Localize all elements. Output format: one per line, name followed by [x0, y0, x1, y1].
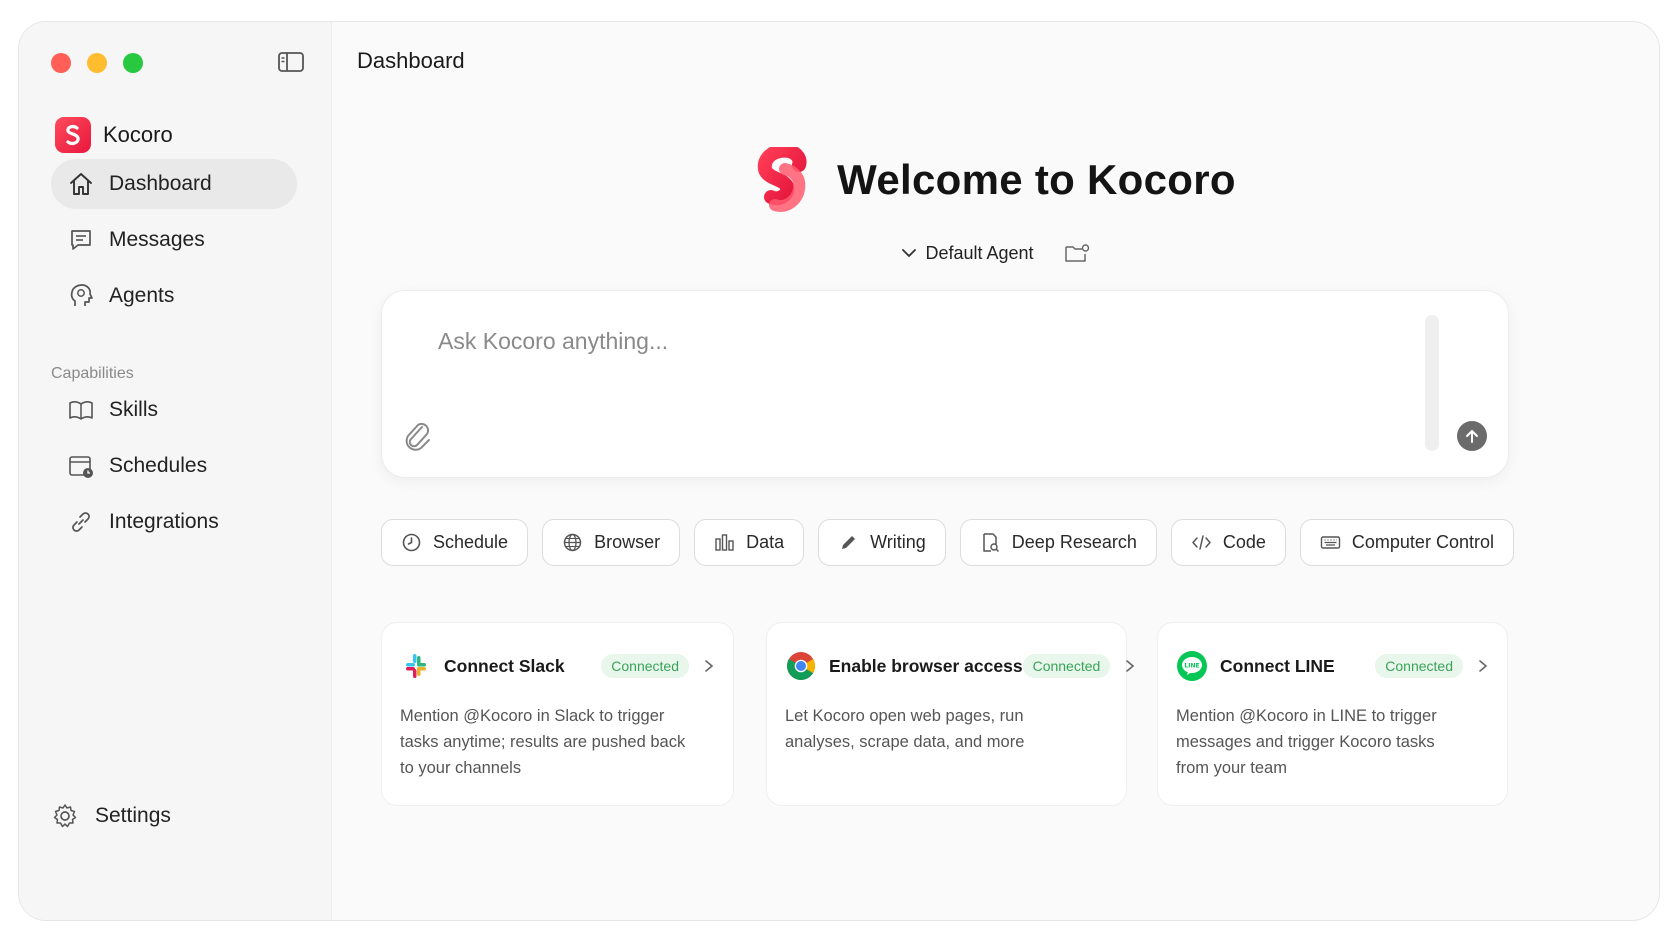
calendar-clock-icon — [69, 456, 93, 478]
chevron-right-icon — [705, 660, 714, 672]
chip-writing[interactable]: Writing — [818, 519, 946, 566]
prompt-input[interactable] — [438, 321, 1338, 361]
minimize-window-button[interactable] — [87, 53, 107, 73]
nav-item-label: Skills — [109, 398, 159, 421]
chat-icon — [71, 230, 91, 250]
welcome-header: Welcome to Kocoro — [332, 147, 1659, 213]
chip-computer-control[interactable]: Computer Control — [1299, 519, 1514, 566]
nav-item-label: Integrations — [109, 510, 219, 533]
agent-head-icon — [70, 284, 93, 306]
pencil-icon — [842, 536, 856, 549]
card-header: LINE Connect LINE Connected — [1176, 650, 1489, 682]
folder-settings-icon[interactable] — [1064, 242, 1090, 264]
clock-icon — [402, 533, 421, 552]
chip-browser[interactable]: Browser — [542, 519, 681, 566]
card-title: Enable browser access — [829, 655, 1023, 676]
prompt-scrollbar[interactable] — [1425, 315, 1439, 451]
card-enable-browser-access[interactable]: Enable browser access Connected Let Koco… — [766, 622, 1135, 806]
capabilities-nav: Skills Schedules Integrations — [51, 385, 297, 553]
chip-data[interactable]: Data — [694, 519, 805, 566]
nav-item-label: Messages — [109, 228, 205, 251]
chip-label: Data — [746, 532, 785, 552]
brand: Kocoro — [55, 117, 173, 153]
chip-label: Code — [1222, 532, 1266, 552]
close-window-button[interactable] — [51, 53, 71, 73]
settings-button[interactable]: Settings — [51, 802, 171, 830]
nav-item-agents[interactable]: Agents — [51, 271, 297, 321]
section-label-capabilities: Capabilities — [51, 365, 134, 382]
card-connect-slack[interactable]: Connect Slack Connected Mention @Kocoro … — [381, 622, 734, 806]
card-description: Mention @Kocoro in Slack to trigger task… — [400, 707, 686, 777]
status-badge: Connected — [1022, 654, 1111, 678]
nav-item-dashboard[interactable]: Dashboard — [51, 159, 297, 209]
agent-selector[interactable]: Default Agent — [901, 242, 1034, 264]
book-icon — [69, 401, 93, 420]
nav-item-label: Schedules — [109, 454, 208, 477]
nav-item-label: Dashboard — [109, 172, 212, 195]
agent-row: Default Agent — [332, 242, 1659, 264]
card-description: Let Kocoro open web pages, run analyses,… — [785, 707, 1025, 751]
maximize-window-button[interactable] — [123, 53, 143, 73]
chip-schedule[interactable]: Schedule — [381, 519, 529, 566]
send-button[interactable] — [1457, 421, 1487, 451]
card-title: Connect Slack — [444, 655, 565, 676]
line-icon: LINE — [1177, 651, 1207, 681]
window-controls — [51, 53, 143, 73]
slack-icon — [406, 654, 426, 678]
capability-chips: Schedule Browser Data Writing Deep Resea… — [381, 519, 1514, 566]
card-header: Enable browser access Connected — [785, 650, 1135, 682]
paperclip-icon[interactable] — [402, 419, 434, 453]
code-icon — [1192, 535, 1211, 550]
chevron-right-icon — [1126, 660, 1135, 672]
chip-label: Writing — [870, 532, 926, 552]
page-title: Dashboard — [357, 48, 465, 73]
sidebar-toggle-icon[interactable] — [277, 50, 305, 74]
bar-chart-icon — [715, 534, 734, 551]
chip-label: Computer Control — [1351, 532, 1494, 552]
nav-item-schedules[interactable]: Schedules — [51, 441, 297, 491]
svg-text:LINE: LINE — [1184, 663, 1199, 670]
card-title: Connect LINE — [1220, 655, 1335, 676]
prompt-box — [381, 290, 1509, 478]
chip-deep-research[interactable]: Deep Research — [959, 519, 1157, 566]
globe-icon — [563, 533, 582, 552]
welcome-title: Welcome to Kocoro — [837, 156, 1236, 203]
home-icon — [70, 173, 92, 195]
link-icon — [72, 512, 90, 532]
agent-selector-label: Default Agent — [925, 242, 1034, 263]
main-panel: Dashboard Welcome to Kocoro Default Agen… — [332, 22, 1659, 920]
chevron-right-icon — [1479, 660, 1488, 672]
chip-label: Browser — [594, 532, 661, 552]
chevron-down-icon — [902, 249, 917, 258]
gear-icon — [53, 804, 77, 828]
status-badge: Connected — [1375, 654, 1463, 678]
keyboard-icon — [1320, 536, 1341, 549]
card-description: Mention @Kocoro in LINE to trigger messa… — [1176, 707, 1437, 777]
chip-label: Schedule — [433, 532, 509, 552]
chip-label: Deep Research — [1011, 532, 1137, 552]
status-badge: Connected — [601, 654, 689, 678]
app-window: Kocoro Dashboard Messages Agents Capabil… — [18, 21, 1660, 921]
kocoro-logo-icon — [758, 147, 807, 212]
kocoro-logo-icon — [55, 117, 91, 153]
chrome-icon — [787, 652, 815, 680]
card-connect-line[interactable]: LINE Connect LINE Connected Mention @Koc… — [1157, 622, 1508, 806]
card-header: Connect Slack Connected — [400, 650, 715, 682]
nav-item-label: Agents — [109, 284, 175, 307]
brand-name: Kocoro — [103, 122, 173, 147]
nav-item-messages[interactable]: Messages — [51, 215, 297, 265]
sidebar: Kocoro Dashboard Messages Agents Capabil… — [19, 22, 332, 920]
primary-nav: Dashboard Messages Agents — [51, 159, 297, 327]
nav-item-integrations[interactable]: Integrations — [51, 497, 297, 547]
settings-label: Settings — [95, 804, 171, 827]
arrow-up-icon — [1466, 430, 1478, 443]
nav-item-skills[interactable]: Skills — [51, 385, 297, 435]
chip-code[interactable]: Code — [1170, 519, 1286, 566]
document-search-icon — [983, 533, 999, 553]
